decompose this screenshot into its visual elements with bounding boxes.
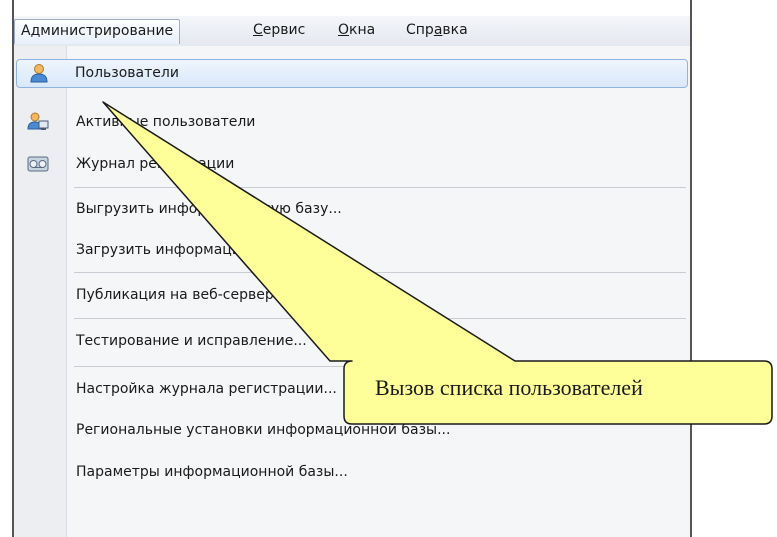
callout-annotation bbox=[102, 101, 773, 425]
callout-text: Вызов списка пользователей bbox=[375, 375, 643, 400]
